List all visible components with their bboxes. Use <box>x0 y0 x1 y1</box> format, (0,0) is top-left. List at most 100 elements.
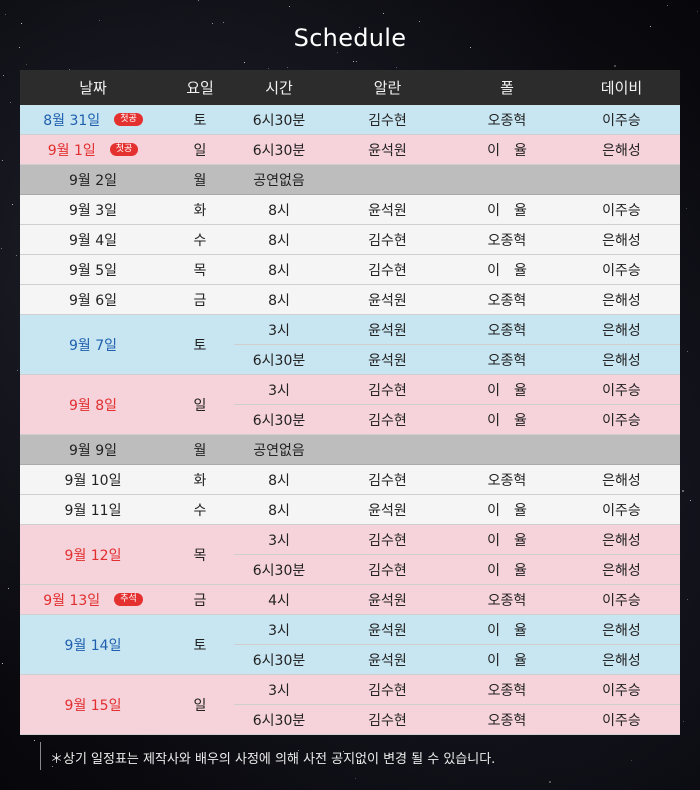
davy-cast-cell <box>563 164 680 195</box>
time-cell: 8시 <box>234 194 324 225</box>
table-row: 9월 12일 목 3시 김수현 이 율 은해성 <box>20 524 680 585</box>
date-label: 9월 4일 <box>68 232 118 249</box>
day-cell: 목 <box>166 254 234 285</box>
time-cell: 6시30분 <box>234 404 324 435</box>
star <box>198 0 199 1</box>
date-label: 9월 5일 <box>68 262 118 279</box>
star <box>396 67 397 68</box>
star <box>356 61 357 62</box>
star <box>690 500 691 501</box>
header-time: 시간 <box>234 70 324 105</box>
day-cell: 월 <box>166 164 234 195</box>
star <box>244 62 245 63</box>
time-cell: 3시 <box>234 674 324 705</box>
star <box>10 102 11 103</box>
header-day: 요일 <box>166 70 234 105</box>
davy-cast-cell: 은해성 <box>563 464 680 495</box>
pole-cast-cell: 이 율 <box>451 194 563 225</box>
date-cell: 9월 6일 <box>20 284 166 315</box>
table-row: 9월 11일 수 8시 윤석원 이 율 이주승 <box>20 494 680 525</box>
table-row: 9월 15일 일 3시 김수현 오종혁 이주승 <box>20 674 680 735</box>
star <box>687 351 688 352</box>
table-row: 8월 31일 첫공 토 6시30분 김수현 오종혁 이주승 <box>20 104 680 135</box>
table-row: 9월 3일 화 8시 윤석원 이 율 이주승 <box>20 194 680 225</box>
star <box>683 721 684 722</box>
time-cell: 8시 <box>234 254 324 285</box>
day-cell: 토 <box>166 104 234 135</box>
alan-cast-cell: 김수현 <box>324 254 451 285</box>
time-cell: 8시 <box>234 464 324 495</box>
davy-cast-cell: 이주승 <box>563 674 680 705</box>
alan-cast-cell: 김수현 <box>324 674 451 705</box>
day-cell: 목 <box>166 524 234 585</box>
table-row: 9월 9일 월 공연없음 <box>20 434 680 465</box>
pole-cast-cell: 오종혁 <box>451 344 563 375</box>
star <box>667 5 668 6</box>
davy-cast-cell: 은해성 <box>563 524 680 555</box>
date-cell: 9월 13일 추석 <box>20 584 166 615</box>
time-cell: 6시30분 <box>234 134 324 165</box>
date-cell: 9월 1일 첫공 <box>20 134 166 165</box>
header-alan: 알란 <box>324 70 451 105</box>
day-cell: 수 <box>166 224 234 255</box>
star <box>353 61 354 62</box>
time-cell: 3시 <box>234 314 324 345</box>
davy-cast-cell: 이주승 <box>563 104 680 135</box>
star <box>5 14 6 15</box>
star <box>17 370 18 371</box>
alan-cast-cell: 김수현 <box>324 704 451 735</box>
schedule-table: 날짜 요일 시간 알란 폴 데이비 8월 31일 첫공 토 6시30분 김수현 오종혁 이주… <box>20 70 680 735</box>
date-cell: 9월 10일 <box>20 464 166 495</box>
davy-cast-cell <box>563 434 680 465</box>
pole-cast-cell: 오종혁 <box>451 674 563 705</box>
page-title: Schedule <box>293 24 407 52</box>
table-row: 9월 7일 토 3시 윤석원 오종혁 은해성 <box>20 314 680 375</box>
pole-cast-cell: 이 율 <box>451 614 563 645</box>
pole-cast-cell: 이 율 <box>451 374 563 405</box>
day-cell: 일 <box>166 674 234 735</box>
time-cell: 공연없음 <box>234 164 324 195</box>
date-cell: 9월 8일 <box>20 374 166 435</box>
table-row: 9월 4일 수 8시 김수현 오종혁 은해성 <box>20 224 680 255</box>
date-label: 9월 15일 <box>64 697 122 714</box>
star <box>26 64 27 65</box>
date-cell: 9월 2일 <box>20 164 166 195</box>
davy-cast-cell: 은해성 <box>563 554 680 585</box>
time-cell: 6시30분 <box>234 644 324 675</box>
davy-cast-cell: 이주승 <box>563 374 680 405</box>
time-cell: 8시 <box>234 284 324 315</box>
disclaimer-note: ＊상기 일정표는 제작사와 배우의 사정에 의해 사전 공지없이 변경 될 수 … <box>50 752 496 767</box>
event-badge: 첫공 <box>114 113 143 126</box>
day-cell: 일 <box>166 134 234 165</box>
day-cell: 화 <box>166 464 234 495</box>
note-divider <box>40 742 41 770</box>
date-cell: 9월 14일 <box>20 614 166 675</box>
table-header-row: 날짜 요일 시간 알란 폴 데이비 <box>20 70 680 105</box>
date-cell: 9월 12일 <box>20 524 166 585</box>
day-cell: 월 <box>166 434 234 465</box>
star <box>355 778 356 779</box>
date-cell: 9월 3일 <box>20 194 166 225</box>
time-cell: 3시 <box>234 524 324 555</box>
star <box>549 781 551 783</box>
star <box>337 52 338 53</box>
star <box>223 22 224 23</box>
alan-cast-cell: 김수현 <box>324 464 451 495</box>
alan-cast-cell: 김수현 <box>324 374 451 405</box>
star <box>99 20 100 21</box>
alan-cast-cell: 김수현 <box>324 524 451 555</box>
date-cell: 9월 7일 <box>20 314 166 375</box>
alan-cast-cell: 윤석원 <box>324 344 451 375</box>
time-cell: 6시30분 <box>234 344 324 375</box>
date-label: 9월 13일 <box>43 592 101 609</box>
table-row: 9월 14일 토 3시 윤석원 이 율 은해성 <box>20 614 680 675</box>
davy-cast-cell: 은해성 <box>563 284 680 315</box>
date-label: 9월 8일 <box>68 397 118 414</box>
time-cell: 3시 <box>234 614 324 645</box>
davy-cast-cell: 이주승 <box>563 584 680 615</box>
date-cell: 9월 11일 <box>20 494 166 525</box>
time-cell: 6시30분 <box>234 554 324 585</box>
date-label: 9월 10일 <box>64 472 122 489</box>
time-cell: 8시 <box>234 494 324 525</box>
schedule-body: 8월 31일 첫공 토 6시30분 김수현 오종혁 이주승 9월 1일 첫공 일 6시30분 윤석원 이… <box>20 104 680 735</box>
